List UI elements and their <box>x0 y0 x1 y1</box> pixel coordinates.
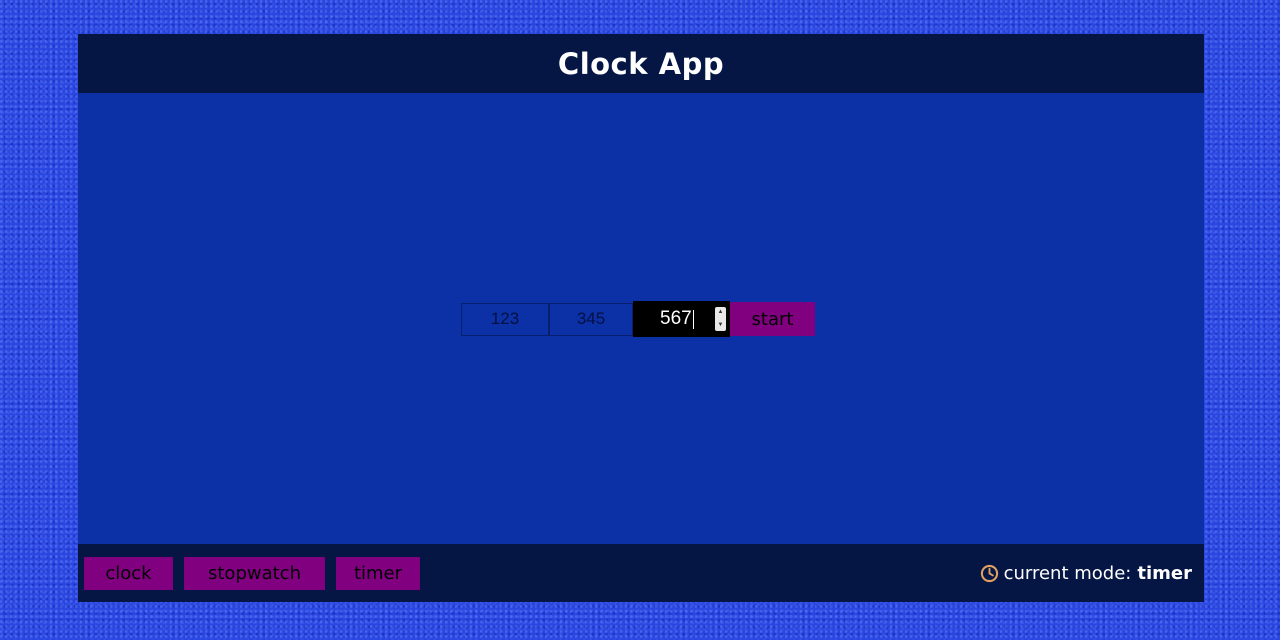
spinner-up-icon[interactable]: ▲ <box>718 307 724 318</box>
current-mode-value: timer <box>1137 562 1192 584</box>
minutes-value: 345 <box>576 309 606 328</box>
timer-controls: 123 345 567 ▲ ▼ start <box>461 301 815 337</box>
main-panel: 123 345 567 ▲ ▼ start <box>78 93 1204 544</box>
hours-input[interactable]: 123 <box>461 302 549 336</box>
number-spinner[interactable]: ▲ ▼ <box>715 307 726 331</box>
hours-value: 123 <box>490 309 520 328</box>
app-title: Clock App <box>557 46 725 81</box>
app-header: Clock App <box>78 34 1204 93</box>
minutes-input[interactable]: 345 <box>549 302 633 336</box>
timer-mode-button[interactable]: timer <box>336 556 420 590</box>
start-button[interactable]: start <box>730 302 815 336</box>
spinner-down-icon[interactable]: ▼ <box>718 320 724 331</box>
clock-app-window: Clock App 123 345 567 ▲ ▼ start clock st… <box>78 34 1204 602</box>
seconds-input[interactable]: 567 ▲ ▼ <box>633 301 730 337</box>
current-mode-status: current mode: timer <box>980 544 1192 602</box>
text-caret <box>692 309 694 329</box>
clock-icon <box>980 564 998 582</box>
current-mode-label: current mode: <box>1003 562 1132 584</box>
stopwatch-mode-button[interactable]: stopwatch <box>184 556 325 590</box>
clock-mode-button[interactable]: clock <box>84 556 173 590</box>
app-footer: clock stopwatch timer current mode: time… <box>78 544 1204 602</box>
seconds-value: 567 <box>660 308 692 329</box>
